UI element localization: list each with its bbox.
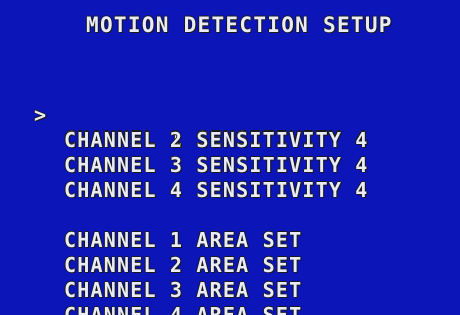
menu-item-ch3-area-set[interactable]: CHANNEL 3 AREA SET <box>0 254 301 302</box>
menu-title: MOTION DETECTION SETUP <box>86 13 393 37</box>
menu-item-label: CHANNEL 4 AREA SET <box>64 303 303 315</box>
menu-item-ch4-sensitivity[interactable]: CHANNEL 4 SENSITIVITY 4 <box>0 154 367 202</box>
menu-item-ch2-sensitivity[interactable]: CHANNEL 2 SENSITIVITY 4 <box>0 104 367 152</box>
menu-item-label: CHANNEL 2 AREA SET <box>64 253 303 277</box>
menu-item-label: CHANNEL 4 SENSITIVITY 4 <box>64 178 369 202</box>
menu-item-ch1-sensitivity[interactable]: > CHANNEL 1 SENSITIVITY 4 <box>0 79 367 151</box>
menu-item-label: CHANNEL 3 SENSITIVITY 4 <box>64 153 369 177</box>
menu-item-label: CHANNEL 1 AREA SET <box>64 228 303 252</box>
menu-item-label: CHANNEL 3 AREA SET <box>64 278 303 302</box>
menu-item-ch2-area-set[interactable]: CHANNEL 2 AREA SET <box>0 229 301 277</box>
menu-item-ch3-sensitivity[interactable]: CHANNEL 3 SENSITIVITY 4 <box>0 129 367 177</box>
menu-item-ch4-area-set[interactable]: CHANNEL 4 AREA SET <box>0 279 301 315</box>
menu-item-label: CHANNEL 2 SENSITIVITY 4 <box>64 128 369 152</box>
menu-item-ch1-area-set[interactable]: CHANNEL 1 AREA SET <box>0 204 301 252</box>
osd-screen: MOTION DETECTION SETUP > CHANNEL 1 SENSI… <box>0 0 460 315</box>
